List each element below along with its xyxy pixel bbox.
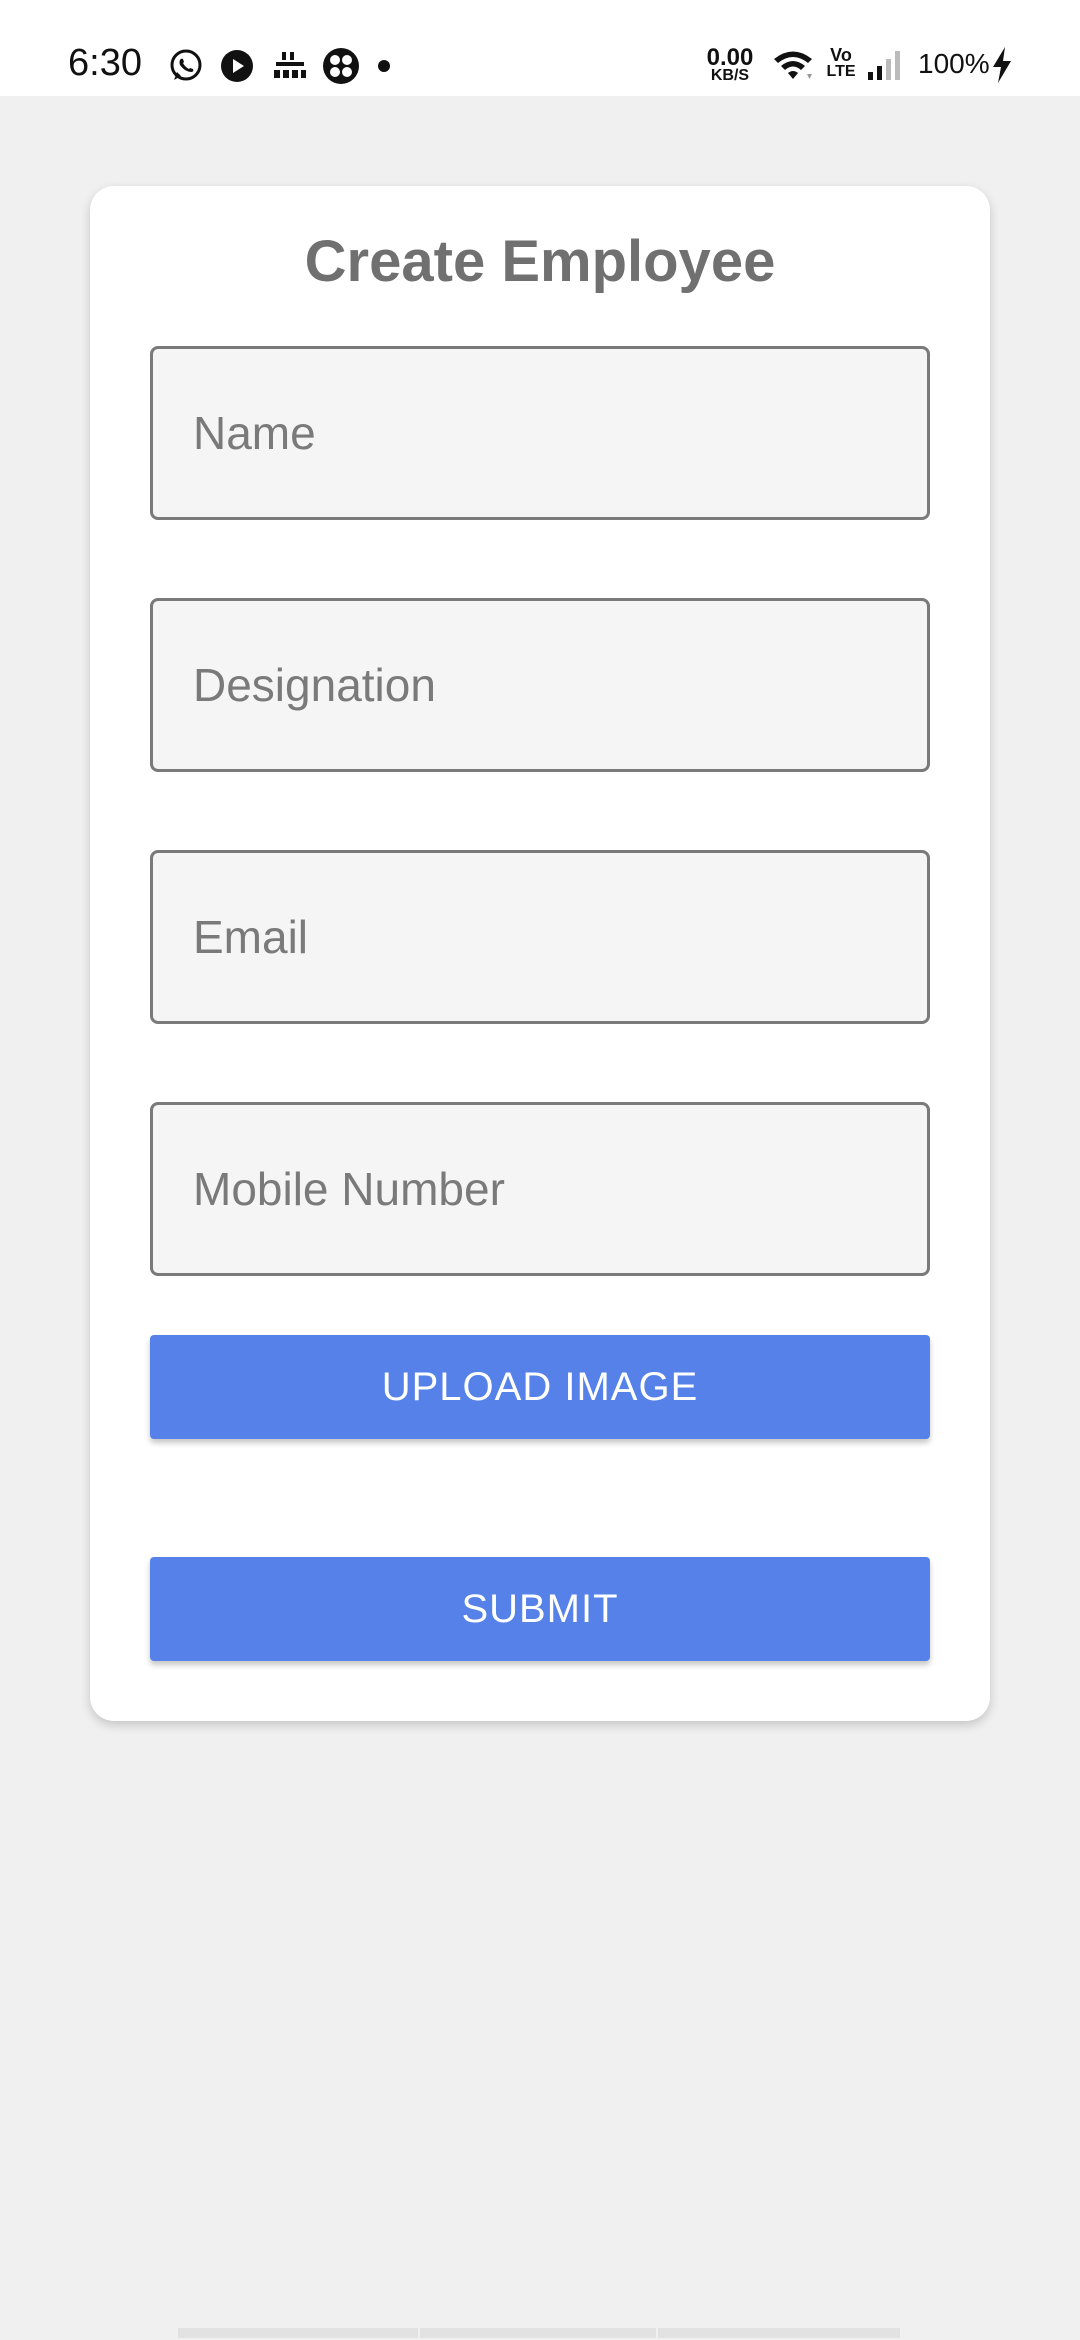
play-icon <box>221 50 253 82</box>
designation-input[interactable] <box>153 601 927 769</box>
name-input[interactable] <box>153 349 927 517</box>
page-title: Create Employee <box>304 229 776 294</box>
battery-percent: 100% <box>918 48 990 79</box>
fan-app-icon <box>323 48 359 84</box>
status-bar: 6:30 0.00 KB/S Vo LTE 100% <box>0 0 1080 96</box>
more-notifications-dot <box>378 60 390 72</box>
nav-bar-segment-right <box>658 2328 900 2338</box>
volte-bottom: LTE <box>826 63 856 80</box>
volte-top: Vo <box>830 45 852 65</box>
news-app-icon <box>274 52 306 78</box>
wifi-icon <box>774 51 812 79</box>
charging-icon <box>993 47 1011 83</box>
signal-icon <box>868 51 900 80</box>
mobile-number-input[interactable] <box>153 1105 927 1273</box>
name-field[interactable] <box>150 346 930 520</box>
email-input[interactable] <box>153 853 927 1021</box>
nav-bar-segment-center <box>420 2328 656 2338</box>
nav-bar-segment-left <box>178 2328 418 2338</box>
email-field[interactable] <box>150 850 930 1024</box>
whatsapp-icon <box>170 49 202 81</box>
network-speed-unit: KB/S <box>710 67 750 84</box>
mobile-number-field[interactable] <box>150 1102 930 1276</box>
upload-image-button[interactable]: UPLOAD IMAGE <box>150 1335 930 1439</box>
designation-field[interactable] <box>150 598 930 772</box>
status-time: 6:30 <box>68 42 142 84</box>
create-employee-card: Create Employee UPLOAD IMAGE SUBMIT <box>90 186 990 1721</box>
submit-button[interactable]: SUBMIT <box>150 1557 930 1661</box>
